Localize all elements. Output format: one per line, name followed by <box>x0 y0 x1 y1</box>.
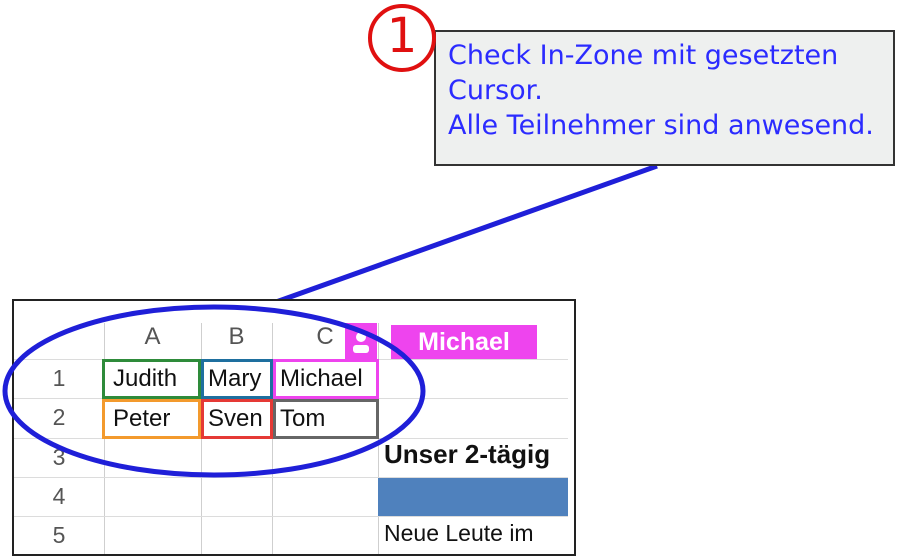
grid-line <box>104 323 105 554</box>
spreadsheet-view: A B C 1 2 3 4 5 Michael Judith Mary Mich… <box>12 299 576 556</box>
cell-b1[interactable]: Mary <box>201 359 273 399</box>
grid-line <box>272 323 273 554</box>
callout-line-3: Alle Teilnehmer sind anwesend. <box>448 110 874 141</box>
column-header-b[interactable]: B <box>201 323 272 351</box>
cell-c1[interactable]: Michael <box>273 359 379 399</box>
callout-line-1: Check In-Zone mit gesetzten <box>448 40 839 71</box>
cell-b2[interactable]: Sven <box>201 399 273 439</box>
cell-a1[interactable]: Judith <box>102 359 201 399</box>
collaborator-presence-badge: Michael <box>391 325 537 359</box>
row-header-3[interactable]: 3 <box>14 444 104 471</box>
cell-d5[interactable]: Neue Leute im <box>384 520 534 547</box>
grid-line <box>14 516 568 517</box>
grid-line <box>378 323 379 554</box>
step-number-badge: 1 <box>366 2 438 74</box>
row-header-2[interactable]: 2 <box>14 404 104 431</box>
cell-d3[interactable]: Unser 2-tägig <box>384 439 550 470</box>
cell-a2[interactable]: Peter <box>102 399 201 439</box>
row-header-5[interactable]: 5 <box>14 522 104 549</box>
row-header-4[interactable]: 4 <box>14 483 104 510</box>
row-header-1[interactable]: 1 <box>14 365 104 392</box>
step-number: 1 <box>386 8 418 64</box>
callout-line-2: Cursor. <box>448 75 543 106</box>
cell-d4[interactable] <box>378 478 568 516</box>
cell-c2[interactable]: Tom <box>273 399 379 439</box>
user-avatar-icon[interactable] <box>345 323 377 359</box>
callout-text: Check In-Zone mit gesetzten Cursor. Alle… <box>448 38 888 143</box>
grid-line <box>201 323 202 554</box>
column-header-a[interactable]: A <box>104 323 201 351</box>
